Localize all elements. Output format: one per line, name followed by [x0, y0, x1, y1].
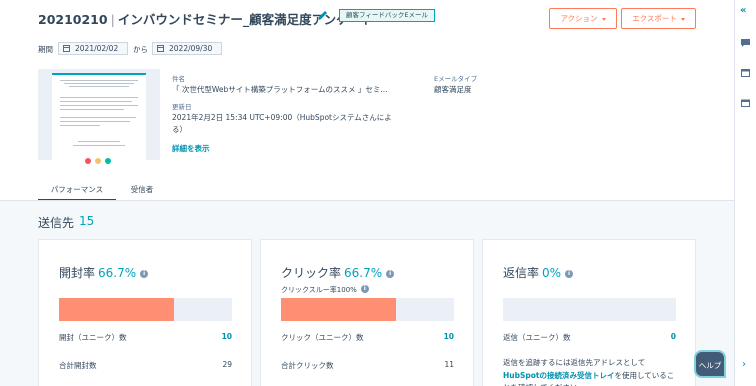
card-percent: 0% — [542, 266, 562, 280]
chevron-right-icon[interactable]: › — [742, 359, 746, 370]
info-icon[interactable]: i — [565, 270, 574, 278]
updated-value-line1: 2021年2月2日 15:34 UTC+09:00（HubSpotシステムさんに… — [172, 113, 392, 122]
preview-line — [69, 86, 129, 87]
click-through-label: クリックスルー率100% — [281, 286, 357, 294]
card-percent: 66.7% — [344, 266, 383, 280]
chat-icon[interactable] — [741, 39, 750, 47]
sent-count: 15 — [79, 214, 95, 228]
card-title: 開封率 66.7% i — [59, 264, 149, 281]
stat-label: クリック（ユニーク）数 — [281, 333, 364, 342]
preview-line — [60, 117, 136, 118]
stat-label: 合計クリック数 — [281, 361, 334, 370]
help-button[interactable]: ヘルプ — [694, 350, 726, 378]
note-prefix: 返信を追跡するには返信先アドレスとして — [503, 358, 646, 367]
progress-bar — [503, 298, 676, 321]
info-icon[interactable]: i — [360, 285, 369, 293]
preview-line — [78, 141, 120, 142]
period-separator: から — [133, 45, 148, 54]
date-from-value: 2021/02/02 — [75, 44, 119, 53]
preview-line — [60, 125, 100, 126]
card-title: クリック率 66.7% i — [281, 264, 395, 281]
updated-value-line2: る） — [172, 125, 187, 134]
reply-rate-card: 返信率 0% i 返信（ユニーク）数 0 返信を追跡するには返信先アドレスとして Hub… — [482, 239, 696, 386]
preview-line — [64, 83, 134, 84]
updated-label: 更新日 — [172, 103, 192, 111]
email-type-label: Eメールタイプ — [434, 75, 478, 83]
show-details-link[interactable]: 詳細を表示 — [172, 143, 210, 154]
progress-bar — [281, 298, 454, 321]
card-percent: 66.7% — [98, 266, 137, 280]
calendar-icon[interactable] — [741, 99, 750, 107]
stat-row: クリック（ユニーク）数 10 — [281, 332, 454, 343]
click-through-rate: クリックスルー率100% i — [281, 285, 369, 295]
preview-line — [60, 121, 130, 122]
stat-value: 29 — [222, 360, 232, 369]
card-title: 返信率 0% i — [503, 264, 574, 281]
stat-label: 合計開封数 — [59, 361, 97, 370]
rating-dot — [85, 158, 91, 164]
stat-value: 11 — [444, 360, 454, 369]
rating-dot — [105, 158, 111, 164]
email-type-badge: 顧客フィードバックEメール — [339, 9, 435, 22]
email-preview-thumbnail[interactable] — [38, 69, 160, 164]
progress-bar-fill — [59, 298, 175, 321]
title-name: インバウンドセミナー_顧客満足度アンケート — [117, 12, 374, 27]
card-title-label: 開封率 — [59, 266, 96, 280]
performance-panel: 送信先 15 開封率 66.7% i 開封（ユニーク）数 10 合計開封数 29 クリッ… — [0, 200, 734, 386]
stat-row: 合計クリック数 11 — [281, 360, 454, 371]
stat-value[interactable]: 10 — [222, 332, 232, 341]
stat-label: 返信（ユニーク）数 — [503, 333, 571, 342]
date-to-field[interactable]: 2022/09/30 — [152, 42, 222, 55]
export-button-label: エクスポート — [632, 14, 677, 23]
connected-inbox-link[interactable]: HubSpotの接続済み受信トレイ — [503, 371, 615, 380]
stat-row: 合計開封数 29 — [59, 360, 232, 371]
info-icon[interactable]: i — [386, 270, 395, 278]
double-chevron-left-icon[interactable]: « — [740, 5, 746, 16]
open-rate-card: 開封率 66.7% i 開封（ユニーク）数 10 合計開封数 29 — [38, 239, 252, 386]
date-from-field[interactable]: 2021/02/02 — [58, 42, 128, 55]
click-rate-card: クリック率 66.7% i クリックスルー率100% i クリック（ユニーク）数 10 … — [260, 239, 474, 386]
sent-label: 送信先 — [38, 216, 75, 230]
title-id: 20210210 — [38, 12, 108, 27]
period-label: 期間 — [38, 45, 53, 54]
progress-bar-fill — [281, 298, 397, 321]
stat-row: 開封（ユニーク）数 10 — [59, 332, 232, 343]
action-button-label: アクション — [560, 14, 598, 23]
stat-label: 開封（ユニーク）数 — [59, 333, 127, 342]
stat-row: 返信（ユニーク）数 0 — [503, 332, 676, 343]
reply-tracking-note: 返信を追跡するには返信先アドレスとしてHubSpotの接続済み受信トレイを使用し… — [503, 357, 679, 386]
preview-line — [73, 145, 125, 146]
subject-label: 件名 — [172, 75, 185, 83]
stat-value[interactable]: 10 — [444, 332, 454, 341]
rating-dot — [95, 158, 101, 164]
email-preview-page — [52, 73, 146, 164]
preview-line — [60, 80, 138, 81]
email-type-value: 顧客満足度 — [434, 85, 472, 94]
card-title-label: 返信率 — [503, 266, 540, 280]
caret-down-icon — [601, 17, 606, 21]
card-title-label: クリック率 — [281, 266, 342, 280]
preview-line — [60, 97, 138, 98]
calendar-icon — [63, 45, 70, 52]
preview-line — [60, 109, 124, 110]
action-button[interactable]: アクション — [549, 8, 617, 29]
date-to-value: 2022/09/30 — [169, 44, 213, 53]
progress-bar — [59, 298, 232, 321]
preview-line — [60, 101, 132, 102]
calendar-icon — [157, 45, 164, 52]
info-icon[interactable]: i — [140, 270, 149, 278]
right-sidebar-rail: « › — [734, 0, 756, 386]
pencil-icon[interactable] — [318, 10, 328, 20]
export-button[interactable]: エクスポート — [621, 8, 696, 29]
caret-down-icon — [680, 17, 685, 21]
window-icon[interactable] — [741, 69, 750, 77]
stat-value: 0 — [670, 332, 676, 341]
title-separator: | — [110, 12, 115, 27]
preview-line — [60, 105, 138, 106]
tab-performance[interactable]: パフォーマンス — [38, 184, 116, 202]
tab-recipients[interactable]: 受信者 — [130, 184, 154, 195]
subject-value: 「 次世代型Webサイト構築プラットフォームのススメ 」セミ... — [172, 85, 388, 94]
email-header: 20210210 | インバウンドセミナー_顧客満足度アンケート 顧客フィードバック… — [0, 0, 734, 202]
